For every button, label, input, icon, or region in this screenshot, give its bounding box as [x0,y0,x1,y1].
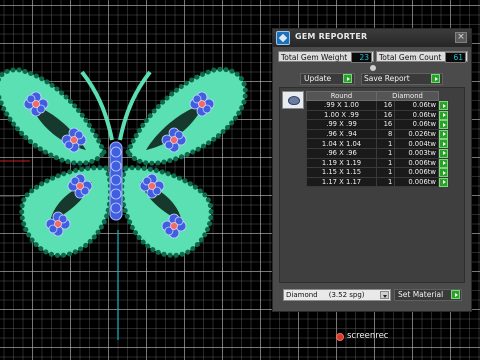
gem-count: 1 [375,167,396,178]
watermark-text: screenrec [347,331,389,341]
material-select[interactable]: Diamond (3.52 spg) [283,289,391,301]
gem-weight: 0.006tw [394,157,439,169]
row-go-button[interactable] [438,128,449,140]
column-header-diamond: Diamond [376,91,439,101]
total-count-value: 61 [445,52,466,63]
chevron-down-icon[interactable] [380,291,389,299]
table-row: .96 X .96 1 0.003tw [306,147,449,159]
play-icon [439,110,448,120]
record-icon [336,333,344,341]
table-row: 1.04 X 1.04 1 0.004tw [306,138,449,149]
close-button[interactable]: × [455,32,467,43]
gem-size: .96 X .94 [306,128,377,140]
gem-weight: 0.006tw [394,167,439,178]
gem-count: 8 [375,128,396,140]
spinner-icon[interactable] [370,65,376,71]
update-button[interactable]: Update [300,73,355,85]
panel-titlebar[interactable]: GEM REPORTER × [273,29,471,47]
row-go-button[interactable] [438,138,449,149]
table-row: 1.19 X 1.19 1 0.006tw [306,157,449,169]
gem-reporter-panel: GEM REPORTER × Total Gem Weight 23 Total… [272,28,472,312]
gem-weight: 0.06tw [394,119,439,130]
gem-logo-icon [276,31,290,45]
gem-count: 16 [375,119,396,130]
gem-table: Round Diamond .99 X 1.00 16 0.06tw 1.00 … [306,91,449,188]
play-icon [439,148,448,158]
play-icon [439,158,448,168]
gem-size: 1.15 X 1.15 [306,167,377,178]
play-icon [439,139,448,149]
gem-shape-thumbnail[interactable] [282,91,304,109]
table-row: 1.15 X 1.15 1 0.006tw [306,167,449,178]
gem-weight: 0.06tw [394,100,439,111]
column-header-round: Round [306,91,377,101]
gem-weight: 0.004tw [394,138,439,149]
gem-size: 1.19 X 1.19 [306,157,377,169]
row-go-button[interactable] [438,100,449,111]
gem-weight: 0.06tw [394,109,439,121]
row-go-button[interactable] [438,147,449,159]
material-select-value: Diamond (3.52 spg) [286,291,365,299]
gem-size: 1.17 X 1.17 [306,176,377,188]
gem-count: 1 [375,176,396,188]
panel-title: GEM REPORTER [295,32,368,41]
total-count-label: Total Gem Count [379,53,442,62]
update-label: Update [304,74,332,83]
total-weight-label: Total Gem Weight [281,53,348,62]
total-weight-value: 23 [351,52,372,63]
row-go-button[interactable] [438,157,449,169]
play-icon [439,129,448,139]
gem-size: .99 X 1.00 [306,100,377,111]
gem-size: 1.00 X .99 [306,109,377,121]
save-report-go-icon[interactable] [431,74,440,83]
gem-count: 16 [375,100,396,111]
play-icon [439,120,448,130]
set-material-label: Set Material [398,290,444,299]
play-icon [439,177,448,187]
table-row: .99 X 1.00 16 0.06tw [306,100,449,111]
gem-size: 1.04 X 1.04 [306,138,377,149]
gem-weight: 0.026tw [394,128,439,140]
gem-table-area: Round Diamond .99 X 1.00 16 0.06tw 1.00 … [279,87,465,283]
gem-count: 1 [375,157,396,169]
gem-weight: 0.006tw [394,176,439,188]
save-report-button[interactable]: Save Report [361,73,443,85]
gem-count: 1 [375,147,396,159]
row-go-button[interactable] [438,109,449,121]
gem-weight: 0.003tw [394,147,439,159]
update-go-icon[interactable] [343,74,352,83]
table-row: 1.00 X .99 16 0.06tw [306,109,449,121]
table-row: 1.17 X 1.17 1 0.006tw [306,176,449,188]
row-go-button[interactable] [438,167,449,178]
gem-count: 16 [375,109,396,121]
set-material-go-icon[interactable] [451,290,460,299]
gem-size: .96 X .96 [306,147,377,159]
save-report-label: Save Report [364,74,410,83]
set-material-button[interactable]: Set Material [394,289,462,301]
gem-count: 1 [375,138,396,149]
play-icon [439,101,448,110]
table-row: .96 X .94 8 0.026tw [306,128,449,140]
table-row: .99 X .99 16 0.06tw [306,119,449,130]
play-icon [439,168,448,178]
gem-size: .99 X .99 [306,119,377,130]
row-go-button[interactable] [438,119,449,130]
row-go-button[interactable] [438,176,449,188]
